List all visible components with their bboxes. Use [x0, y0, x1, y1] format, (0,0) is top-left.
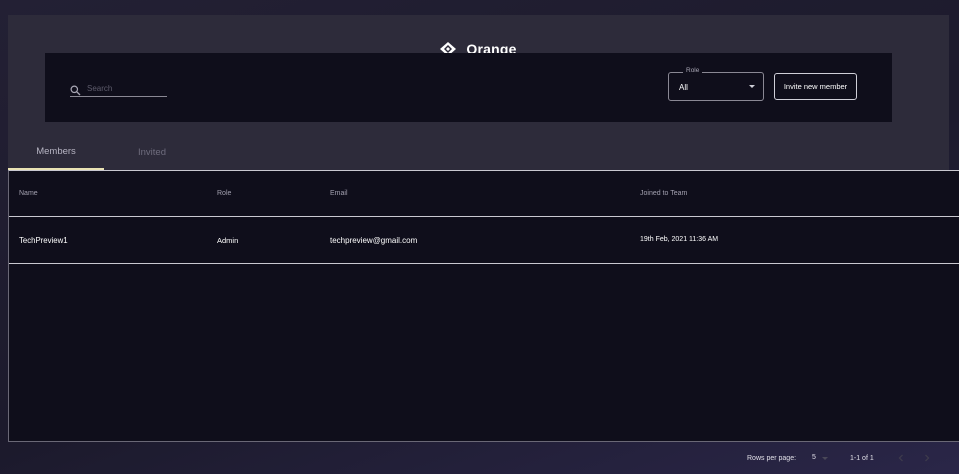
- previous-page-button[interactable]: [896, 453, 906, 463]
- search-input[interactable]: [87, 84, 163, 93]
- table-row[interactable]: TechPreview1 Admin techpreview@gmail.com…: [9, 218, 959, 264]
- chevron-down-icon: [749, 85, 755, 88]
- member-role: Admin: [217, 236, 239, 245]
- role-select[interactable]: Role All: [668, 67, 764, 101]
- column-header-name[interactable]: Name: [19, 190, 38, 197]
- column-header-email[interactable]: Email: [330, 190, 348, 197]
- invite-new-member-button[interactable]: Invite new member: [774, 73, 857, 100]
- table-header: Name Role Email Joined to Team: [9, 171, 959, 217]
- tab-invited[interactable]: Invited: [104, 134, 200, 170]
- members-table: Name Role Email Joined to Team TechPrevi…: [8, 170, 959, 442]
- chevron-left-icon: [898, 454, 903, 462]
- rows-per-page-select[interactable]: 5: [812, 454, 816, 461]
- rows-per-page-chevron-icon: [822, 457, 828, 460]
- search-icon: [70, 83, 81, 96]
- rows-per-page-label: Rows per page:: [747, 455, 797, 462]
- tab-members[interactable]: Members: [8, 134, 104, 170]
- member-email: techpreview@gmail.com: [330, 236, 418, 245]
- member-joined-date: 19th Feb, 2021 11:36 AM: [640, 236, 719, 243]
- column-header-joined[interactable]: Joined to Team: [640, 190, 687, 197]
- role-select-value: All: [679, 83, 688, 92]
- page-range: 1-1 of 1: [850, 455, 874, 462]
- next-page-button[interactable]: [922, 453, 932, 463]
- toolbar: Role All Invite new member: [45, 53, 892, 122]
- search-box[interactable]: [70, 81, 167, 97]
- chevron-right-icon: [925, 454, 930, 462]
- pagination: Rows per page: 5 1-1 of 1: [0, 448, 959, 468]
- role-select-label: Role: [683, 67, 703, 74]
- column-header-role[interactable]: Role: [217, 190, 231, 197]
- member-name: TechPreview1: [19, 236, 68, 245]
